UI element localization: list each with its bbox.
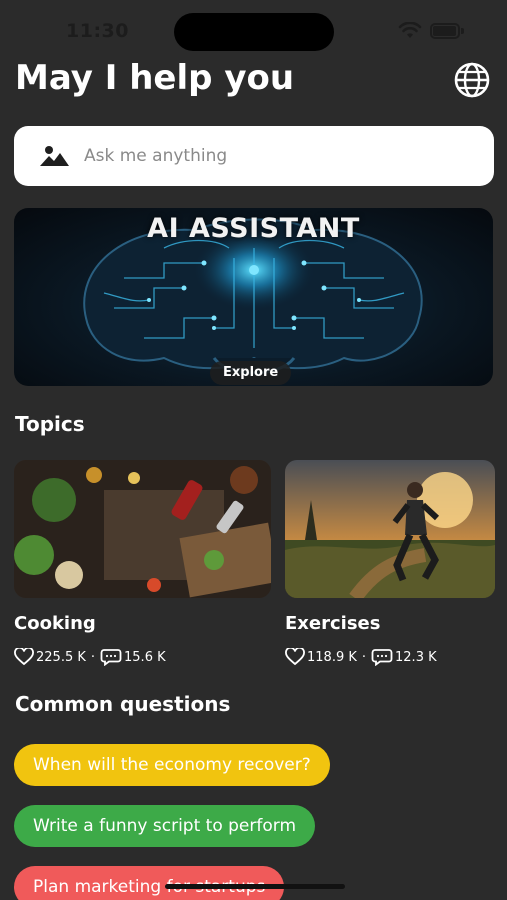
status-time: 11:30 [66,20,129,42]
common-questions-heading: Common questions [15,692,231,716]
image-icon[interactable] [40,144,70,168]
question-chip-economy[interactable]: When will the economy recover? [14,744,330,786]
exercises-image [285,460,495,598]
comment-icon[interactable] [371,648,393,666]
comments-count: 15.6 K [124,649,166,665]
page-title: May I help you [15,58,295,98]
question-chip-label: When will the economy recover? [33,755,311,775]
globe-icon[interactable] [453,61,491,99]
search-input[interactable]: Ask me anything [14,126,494,186]
home-indicator[interactable] [165,884,345,889]
status-bar: 11:30 [0,0,507,60]
dynamic-island [174,13,334,51]
topic-stats: 118.9 K · 12.3 K [285,648,437,666]
hero-title: AI ASSISTANT [147,213,360,244]
search-placeholder: Ask me anything [84,146,228,166]
comments-count: 12.3 K [395,649,437,665]
topic-name: Exercises [285,613,381,634]
likes-count: 225.5 K [36,649,86,665]
question-chip-script[interactable]: Write a funny script to perform [14,805,316,847]
comment-icon[interactable] [100,648,122,666]
ai-assistant-banner[interactable]: AI ASSISTANT Explore [14,208,493,386]
topic-name: Cooking [14,613,96,634]
question-chip-label: Write a funny script to perform [33,816,297,836]
battery-icon [430,23,464,39]
explore-button[interactable]: Explore [210,361,292,385]
topics-heading: Topics [15,412,85,436]
wifi-icon [398,22,422,38]
topic-stats: 225.5 K · 15.6 K [14,648,166,666]
cooking-image [14,460,271,598]
likes-count: 118.9 K [307,649,357,665]
heart-icon[interactable] [14,648,34,666]
question-chip-marketing[interactable]: Plan marketing for startups [14,866,285,900]
heart-icon[interactable] [285,648,305,666]
